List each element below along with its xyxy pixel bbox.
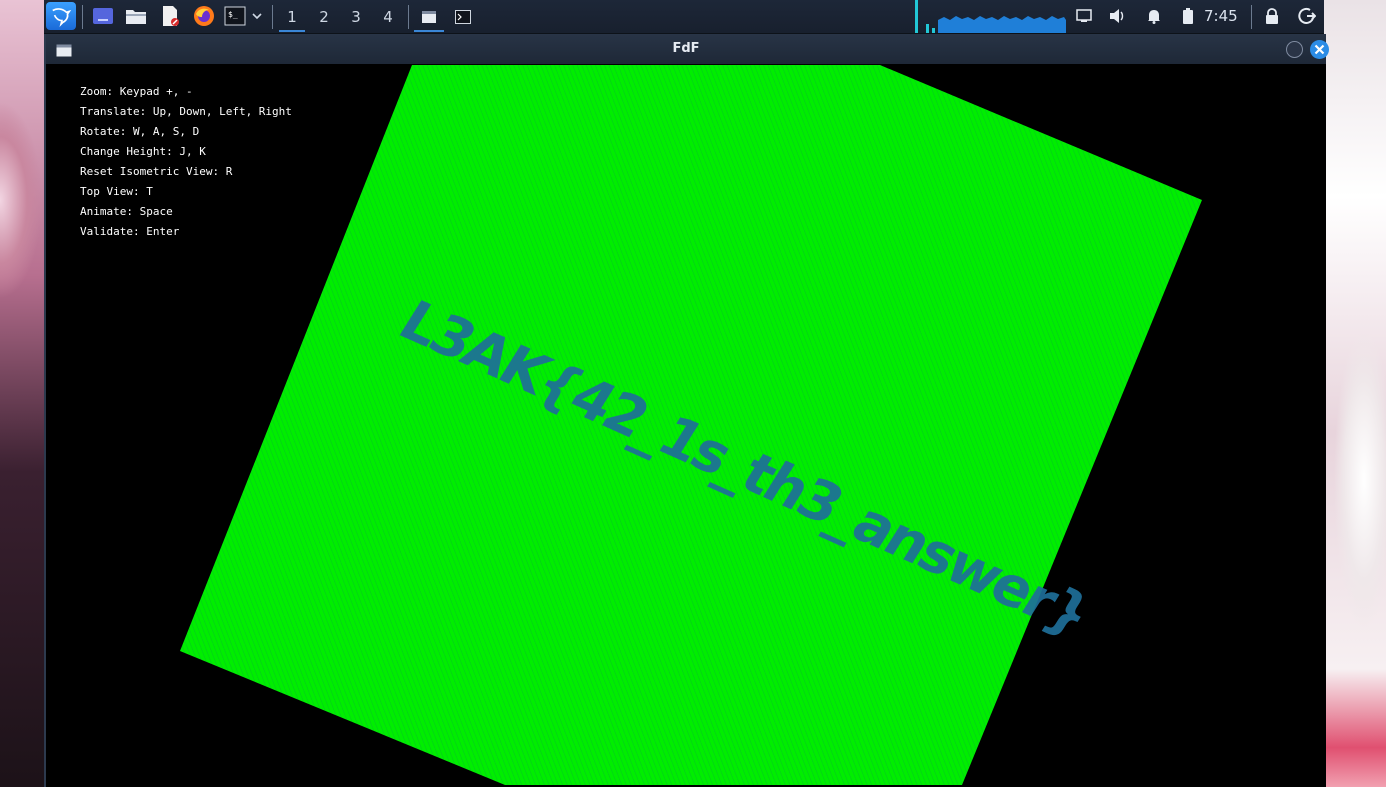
help-line-animate: Animate: Space	[80, 205, 173, 218]
terminal-task-icon[interactable]	[446, 0, 480, 33]
taskbar-separator	[272, 5, 273, 29]
window-titlebar[interactable]: FdF	[46, 34, 1329, 64]
help-line-topview: Top View: T	[80, 185, 153, 198]
help-line-translate: Translate: Up, Down, Left, Right	[80, 105, 292, 118]
help-line-zoom: Zoom: Keypad +, -	[80, 85, 193, 98]
clock[interactable]: 7:45	[1204, 0, 1238, 33]
controls-help: Zoom: Keypad +, - Translate: Up, Down, L…	[80, 82, 292, 242]
help-line-rotate: Rotate: W, A, S, D	[80, 125, 200, 138]
close-button[interactable]	[1310, 40, 1329, 59]
fdf-render-canvas[interactable]: L3AK{42_1s_th3_answer} Zoom: Keypad +, -…	[50, 65, 1324, 785]
lock-icon[interactable]	[1262, 4, 1282, 28]
taskbar-separator	[408, 5, 409, 29]
window-title: FdF	[672, 41, 700, 56]
help-line-height: Change Height: J, K	[80, 145, 206, 158]
network-icon[interactable]	[1074, 4, 1094, 28]
wallpaper-right	[1324, 0, 1386, 787]
notification-bell-icon[interactable]	[1144, 4, 1164, 28]
workspace-2[interactable]: 2	[309, 0, 339, 33]
firefox-icon[interactable]	[191, 4, 217, 28]
close-icon	[1314, 44, 1325, 55]
text-editor-icon[interactable]	[157, 4, 183, 28]
minimize-button[interactable]	[1286, 41, 1303, 58]
wallpaper-left	[0, 0, 46, 787]
help-line-reset: Reset Isometric View: R	[80, 165, 233, 178]
taskbar-separator	[1251, 5, 1252, 29]
taskbar-separator	[82, 5, 83, 29]
terminal-icon[interactable]: $_	[222, 4, 248, 28]
kali-menu-icon[interactable]	[46, 2, 76, 30]
taskbar: $_ 1 2 3 4 7:45	[44, 0, 1324, 34]
workspace-1[interactable]: 1	[277, 0, 307, 33]
desktop-icon[interactable]	[90, 4, 116, 28]
file-manager-icon[interactable]	[123, 4, 149, 28]
logout-icon[interactable]	[1296, 4, 1318, 28]
workspace-4[interactable]: 4	[373, 0, 403, 33]
workspace-3[interactable]: 3	[341, 0, 371, 33]
fdf-window: FdF L3AK{42_1s_th3_answer} Zoom: Keypad …	[44, 34, 1329, 787]
cpu-usage-graph	[915, 0, 1066, 33]
battery-icon[interactable]	[1178, 4, 1198, 28]
help-line-validate: Validate: Enter	[80, 225, 180, 238]
window-task-icon[interactable]	[412, 0, 446, 33]
chevron-down-icon[interactable]	[250, 4, 264, 28]
volume-icon[interactable]	[1108, 4, 1128, 28]
svg-text:$_: $_	[228, 10, 238, 19]
